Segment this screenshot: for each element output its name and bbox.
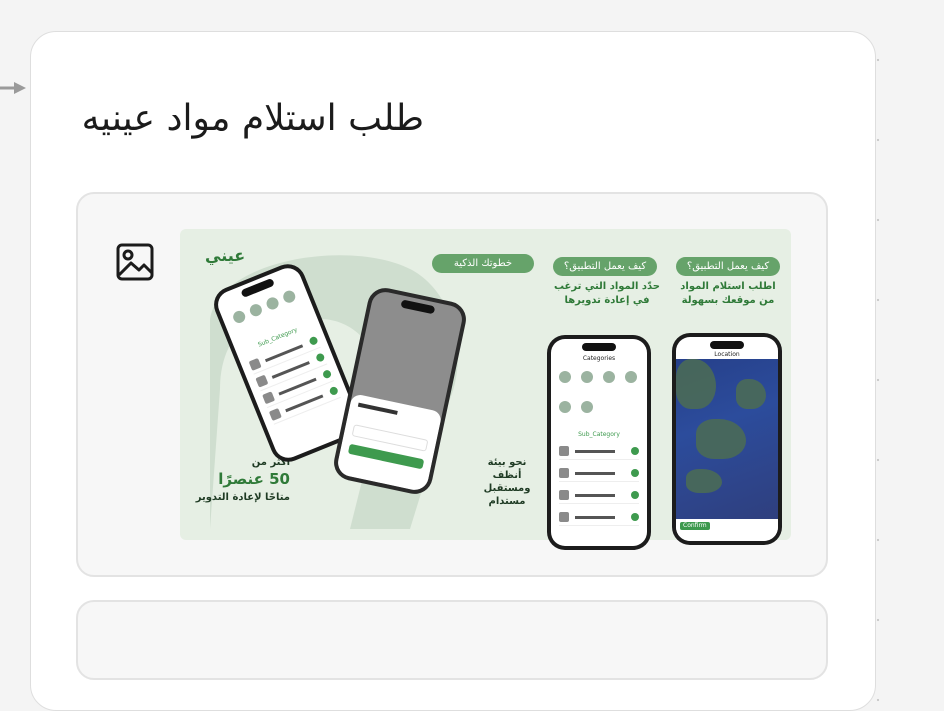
phone3-categories-label: Categories	[582, 355, 616, 362]
smart-step-pill: خطوتك الذكية	[432, 254, 534, 273]
phone4-location-label: Location	[714, 351, 740, 358]
phone-mockup-location: Location Confirm	[672, 333, 782, 545]
items-count: 50 عنصرًا	[218, 470, 290, 488]
phone-mockup-categories: Categories Sub_Category	[547, 335, 651, 550]
phone3-sub-category-label: Sub_Category	[578, 431, 620, 438]
connector-arrow	[0, 82, 26, 94]
how-it-works-pill-2: كيف يعمل التطبيق؟	[676, 257, 780, 276]
environment-text: نحو بيئة أنظف ومستقبل مستدام	[483, 457, 531, 507]
image-icon[interactable]	[115, 242, 155, 282]
step-choose-text: حدّد المواد التي ترغب في إعادة تدويرها	[553, 281, 661, 306]
step-request-text: اطلب استلام المواد من موقعك بسهولة	[680, 281, 776, 306]
map-view	[676, 359, 778, 519]
confirm-label: Confirm	[680, 522, 710, 530]
available-text: متاحًا لإعادة التدوير	[195, 492, 290, 503]
card-title: طلب استلام مواد عينيه	[81, 98, 424, 139]
brand-logo-text: عيني	[205, 246, 246, 265]
next-form-block[interactable]	[76, 600, 828, 680]
how-it-works-pill: كيف يعمل التطبيق؟	[553, 257, 657, 276]
